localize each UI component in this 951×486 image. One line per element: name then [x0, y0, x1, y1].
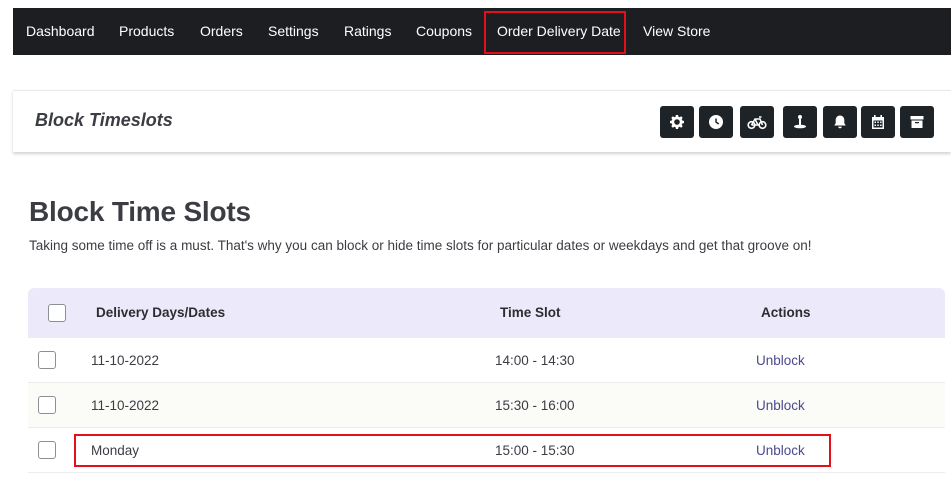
notifications-button[interactable]	[823, 106, 857, 138]
column-header-actions: Actions	[761, 305, 811, 320]
table-row: 11-10-2022 14:00 - 14:30 Unblock	[28, 338, 945, 383]
pickup-location-button[interactable]	[783, 106, 817, 138]
row-checkbox[interactable]	[38, 396, 56, 414]
page-description: Taking some time off is a must. That's w…	[29, 238, 812, 253]
calendar-icon	[872, 115, 884, 129]
clock-icon	[709, 115, 723, 129]
select-all-checkbox[interactable]	[48, 304, 66, 322]
nav-ratings[interactable]: Ratings	[344, 8, 391, 55]
row-checkbox[interactable]	[38, 441, 56, 459]
nav-products[interactable]: Products	[119, 8, 174, 55]
blocked-timeslots-table: Delivery Days/Dates Time Slot Actions 11…	[28, 288, 945, 473]
nav-dashboard[interactable]: Dashboard	[26, 8, 95, 55]
time-settings-button[interactable]	[699, 106, 733, 138]
unblock-link[interactable]: Unblock	[756, 353, 805, 368]
row-checkbox[interactable]	[38, 351, 56, 369]
top-navigation: Dashboard Products Orders Settings Ratin…	[13, 8, 951, 55]
nav-order-delivery-date[interactable]: Order Delivery Date	[497, 8, 621, 55]
column-header-dates: Delivery Days/Dates	[96, 305, 226, 320]
row-time-slot: 14:00 - 14:30	[495, 353, 575, 368]
row-date: Monday	[91, 443, 140, 458]
row-time-slot: 15:00 - 15:30	[495, 443, 575, 458]
nav-orders[interactable]: Orders	[200, 8, 243, 55]
archive-button[interactable]	[900, 106, 934, 138]
bicycle-icon	[747, 116, 767, 130]
table-row: Monday 15:00 - 15:30 Unblock	[28, 428, 945, 473]
bell-icon	[834, 115, 846, 129]
page-title: Block Time Slots	[29, 196, 251, 227]
header-card: Block Timeslots	[13, 90, 951, 152]
nav-view-store[interactable]: View Store	[643, 8, 710, 55]
nav-settings[interactable]: Settings	[268, 8, 319, 55]
unblock-link[interactable]: Unblock	[756, 443, 805, 458]
row-time-slot: 15:30 - 16:00	[495, 398, 575, 413]
nav-coupons[interactable]: Coupons	[416, 8, 472, 55]
table-header: Delivery Days/Dates Time Slot Actions	[28, 288, 945, 338]
calendar-button[interactable]	[861, 106, 895, 138]
column-header-time-slot: Time Slot	[500, 305, 561, 320]
settings-button[interactable]	[660, 106, 694, 138]
row-date: 11-10-2022	[91, 353, 160, 368]
gear-icon	[670, 115, 684, 129]
delivery-button[interactable]	[740, 106, 774, 138]
section-title: Block Timeslots	[35, 110, 173, 130]
unblock-link[interactable]: Unblock	[756, 398, 805, 413]
row-date: 11-10-2022	[91, 398, 160, 413]
archive-icon	[910, 116, 924, 128]
table-row: 11-10-2022 15:30 - 16:00 Unblock	[28, 383, 945, 428]
pickup-location-icon	[794, 115, 806, 129]
